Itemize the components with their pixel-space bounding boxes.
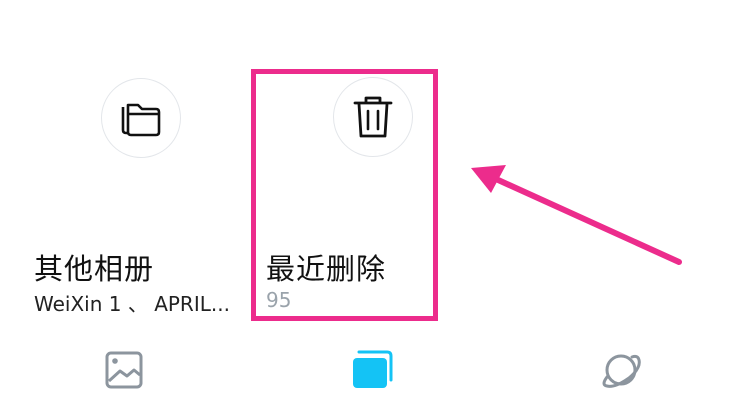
planet-icon (602, 354, 641, 388)
nav-photos[interactable] (102, 348, 146, 392)
screen: 其他相册 WeiXin 1 、 APRIL... 最近删除 95 (0, 0, 746, 400)
nav-discover[interactable] (599, 348, 643, 392)
photo-icon (105, 351, 143, 389)
albums-icon (353, 350, 393, 388)
annotation-arrow (471, 165, 682, 265)
nav-albums[interactable] (350, 348, 394, 392)
